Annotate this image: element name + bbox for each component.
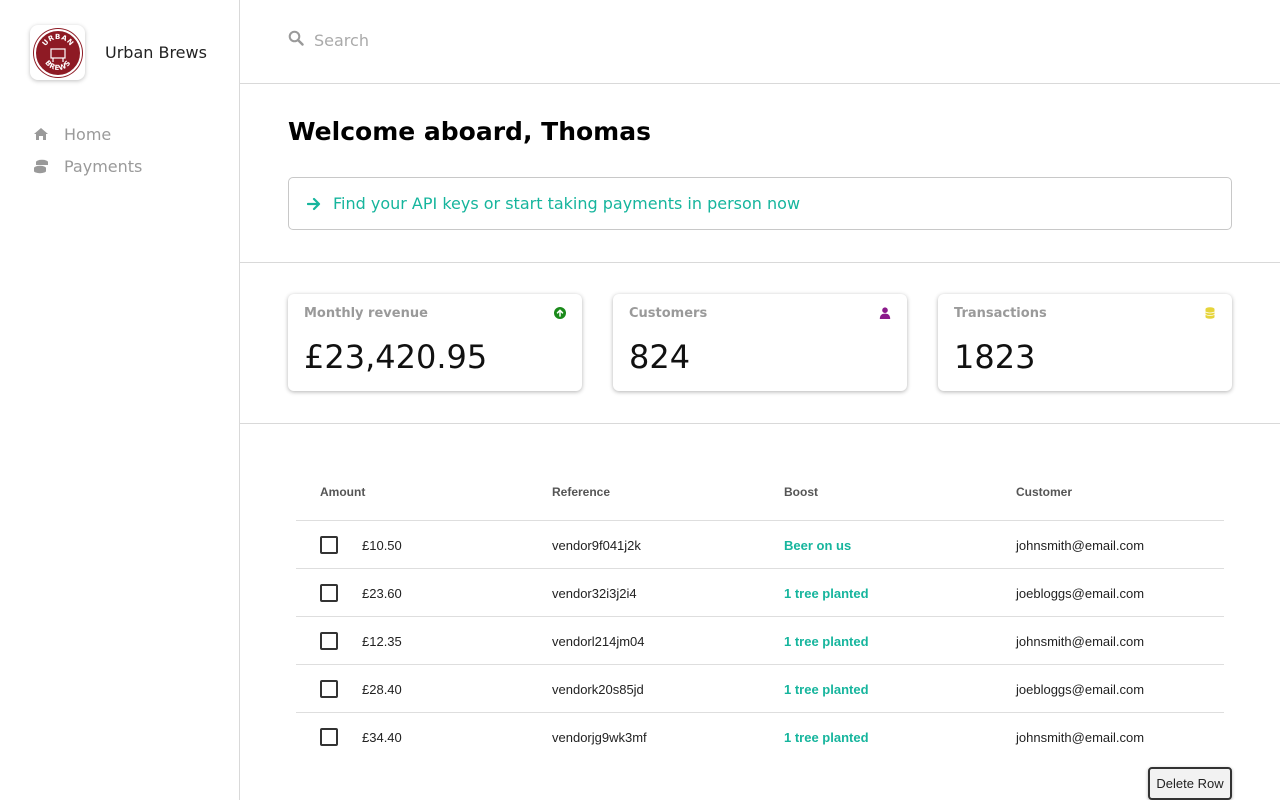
row-customer: joebloggs@email.com	[1016, 682, 1145, 697]
logo-text-bottom: BREWS	[43, 58, 72, 71]
row-checkbox[interactable]	[320, 680, 338, 698]
table-row[interactable]: £28.40 vendork20s85jd 1 tree planted joe…	[296, 665, 1224, 713]
search-icon	[288, 30, 304, 50]
topbar	[240, 0, 1280, 84]
arrow-right-icon	[307, 197, 321, 211]
brand-name: Urban Brews	[105, 43, 207, 62]
logo-badge-icon: URBAN BREWS	[33, 28, 82, 77]
row-customer: joebloggs@email.com	[1016, 586, 1145, 601]
table-header: Amount Reference Boost Customer	[296, 470, 1224, 521]
row-customer: johnsmith@email.com	[1016, 538, 1145, 553]
row-boost: 1 tree planted	[784, 634, 869, 649]
row-reference: vendor9f041j2k	[552, 538, 641, 553]
banner-text: Find your API keys or start taking payme…	[333, 194, 801, 213]
row-boost: 1 tree planted	[784, 586, 869, 601]
row-reference: vendor32i3j2i4	[552, 586, 637, 601]
sidebar: URBAN BREWS Urban Brews Home Payments	[0, 0, 240, 800]
logo-text-top: URBAN	[40, 32, 74, 47]
coins-icon	[32, 157, 50, 175]
search-bar	[288, 30, 714, 50]
database-icon	[1203, 306, 1216, 319]
transactions-table: Amount Reference Boost Customer £10.50 v…	[296, 470, 1224, 761]
table-row[interactable]: £12.35 vendorl214jm04 1 tree planted joh…	[296, 617, 1224, 665]
row-boost: 1 tree planted	[784, 730, 869, 745]
welcome-section: Welcome aboard, Thomas Find your API key…	[240, 84, 1280, 263]
stat-label: Customers	[629, 306, 708, 321]
row-checkbox[interactable]	[320, 728, 338, 746]
row-checkbox[interactable]	[320, 632, 338, 650]
brand-logo: URBAN BREWS	[30, 25, 85, 80]
delete-row-button[interactable]: Delete Row	[1148, 767, 1232, 800]
sidebar-item-home[interactable]: Home	[32, 118, 142, 150]
row-reference: vendorl214jm04	[552, 634, 645, 649]
row-customer: johnsmith@email.com	[1016, 730, 1145, 745]
brand[interactable]: URBAN BREWS Urban Brews	[30, 25, 207, 80]
stat-value: 1823	[954, 338, 1036, 376]
row-checkbox[interactable]	[320, 584, 338, 602]
row-boost: Beer on us	[784, 538, 852, 553]
stat-card-customers: Customers 824	[613, 294, 907, 391]
stat-card-monthly-revenue: Monthly revenue £23,420.95	[288, 294, 582, 391]
row-customer: johnsmith@email.com	[1016, 634, 1145, 649]
user-icon	[878, 306, 891, 319]
table-row[interactable]: £23.60 vendor32i3j2i4 1 tree planted joe…	[296, 569, 1224, 617]
row-amount: £12.35	[362, 634, 402, 649]
stats-section: Monthly revenue £23,420.95 Customers 824…	[240, 263, 1280, 424]
svg-text:URBAN: URBAN	[40, 32, 74, 47]
api-keys-banner-link[interactable]: Find your API keys or start taking payme…	[288, 177, 1232, 230]
row-amount: £34.40	[362, 730, 402, 745]
column-header-reference[interactable]: Reference	[552, 485, 610, 499]
sidebar-item-label: Payments	[64, 156, 143, 176]
column-header-amount[interactable]: Amount	[320, 485, 365, 499]
row-amount: £28.40	[362, 682, 402, 697]
svg-text:BREWS: BREWS	[43, 58, 72, 71]
stat-label: Monthly revenue	[304, 306, 428, 321]
stat-card-transactions: Transactions 1823	[938, 294, 1232, 391]
page-title: Welcome aboard, Thomas	[288, 117, 651, 146]
table-row[interactable]: £10.50 vendor9f041j2k Beer on us johnsmi…	[296, 521, 1224, 569]
row-reference: vendork20s85jd	[552, 682, 644, 697]
home-icon	[32, 125, 50, 143]
column-header-customer[interactable]: Customer	[1016, 485, 1072, 499]
sidebar-nav: Home Payments	[32, 118, 142, 182]
row-amount: £10.50	[362, 538, 402, 553]
stat-value: 824	[629, 338, 691, 376]
row-reference: vendorjg9wk3mf	[552, 730, 647, 745]
row-amount: £23.60	[362, 586, 402, 601]
row-checkbox[interactable]	[320, 536, 338, 554]
sidebar-item-payments[interactable]: Payments	[32, 150, 142, 182]
arrow-up-circle-icon	[553, 306, 566, 319]
column-header-boost[interactable]: Boost	[784, 485, 818, 499]
search-input[interactable]	[314, 30, 714, 50]
table-row[interactable]: £34.40 vendorjg9wk3mf 1 tree planted joh…	[296, 713, 1224, 761]
stat-label: Transactions	[954, 306, 1047, 321]
sidebar-item-label: Home	[64, 124, 112, 144]
stat-value: £23,420.95	[304, 338, 488, 376]
row-boost: 1 tree planted	[784, 682, 869, 697]
